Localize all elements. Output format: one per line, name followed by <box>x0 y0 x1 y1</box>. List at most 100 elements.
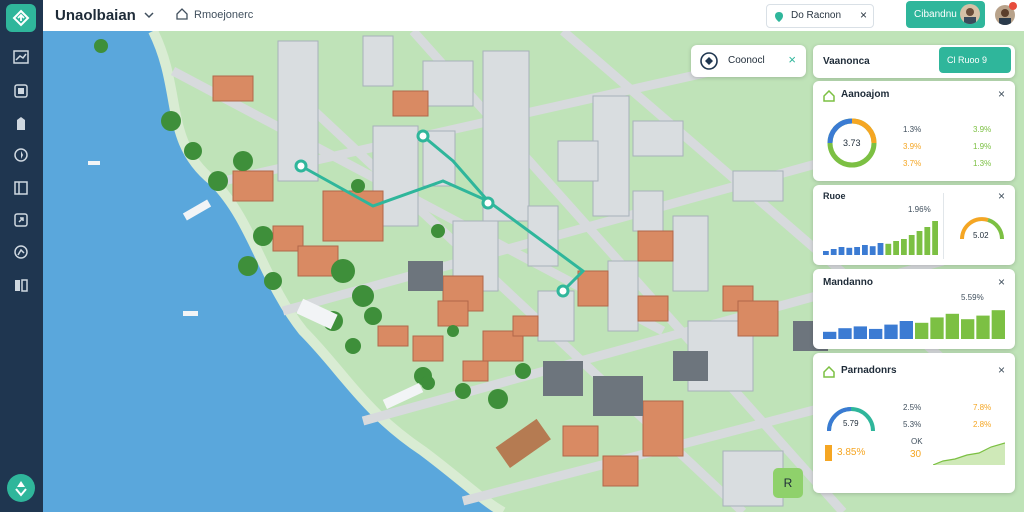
bar-chart <box>823 221 938 255</box>
param-stats-left: 2.5% 5.3% <box>903 399 921 433</box>
bar <box>930 317 944 339</box>
bar <box>862 245 868 255</box>
card-parameters: Parnadonrs × 5.79 2.5% 5.3% 7.8% 2.8% 3.… <box>813 353 1015 493</box>
panel-action-label: Cl Ruoo 9 <box>947 55 988 65</box>
area-chart <box>933 442 1005 465</box>
bar <box>915 322 929 339</box>
close-icon[interactable]: × <box>998 275 1005 289</box>
app-logo-icon[interactable] <box>6 4 36 32</box>
param-bar <box>825 445 832 461</box>
trend-value: 1.96% <box>908 205 931 214</box>
bar <box>838 328 852 339</box>
analytics-panel: Vaanonca Cl Ruoo 9 Aanoajom × 3.73 1.3% … <box>813 45 1015 495</box>
card-overview: Aanoajom × 3.73 1.3% 3.9% 3.7% 3.9% 1.9%… <box>813 81 1015 181</box>
avatar <box>960 4 980 24</box>
panel-header: Vaanonca Cl Ruoo 9 <box>813 45 1015 78</box>
panel-action-button[interactable]: Cl Ruoo 9 <box>939 47 1011 73</box>
bar <box>823 331 837 339</box>
card-trend: Ruoe × 1.96% 5.02 <box>813 185 1015 265</box>
bar <box>961 319 975 339</box>
city-map[interactable]: Coonocl × R Vaanonca Cl Ruoo 9 Aanoajom … <box>43 31 1024 512</box>
bar <box>853 326 867 339</box>
param-left-2: 5.3% <box>903 420 922 429</box>
card-management: Mandanno × 5.59% <box>813 269 1015 349</box>
chevron-down-icon[interactable] <box>142 8 156 22</box>
bar <box>945 313 959 339</box>
bar <box>846 247 853 255</box>
management-value: 5.59% <box>961 293 984 302</box>
bar <box>884 324 898 339</box>
recycle-icon[interactable] <box>7 474 35 502</box>
bar <box>885 243 892 255</box>
close-icon[interactable]: × <box>998 87 1005 101</box>
stat-left-3: 3.7% <box>903 159 922 168</box>
home-icon <box>823 365 835 378</box>
bar <box>869 246 876 255</box>
card-title: Aanoajom <box>841 89 890 100</box>
location-chip-label: Do Racnon <box>791 10 842 21</box>
bar <box>976 315 990 339</box>
bar <box>838 247 845 255</box>
top-bar: Unaolbaian Rmoejonerc Do Racnon × Ciband… <box>43 0 1024 32</box>
param-right-2: 2.8% <box>973 420 992 429</box>
pin-icon <box>774 10 784 22</box>
stat-left-2: 3.9% <box>903 142 922 151</box>
bar-chart <box>823 310 1005 339</box>
bar <box>854 247 860 255</box>
card-title: Mandanno <box>823 277 873 288</box>
bar <box>932 221 938 255</box>
book-icon[interactable] <box>12 179 30 197</box>
building-icon[interactable] <box>12 114 30 132</box>
stat-right-2: 1.9% <box>973 142 992 151</box>
layers-icon[interactable] <box>12 48 30 66</box>
arc-value: 5.79 <box>843 419 859 428</box>
bar <box>916 231 923 255</box>
navigation-icon <box>700 52 718 70</box>
user-button[interactable]: Cibandnu <box>906 1 985 28</box>
close-icon[interactable]: × <box>998 363 1005 377</box>
close-icon[interactable]: × <box>998 189 1005 203</box>
param-right-1: 7.8% <box>973 403 992 412</box>
close-icon[interactable]: × <box>860 8 867 22</box>
stat-left-1: 1.3% <box>903 125 922 134</box>
notification-badge <box>1009 2 1017 10</box>
bar <box>924 227 931 255</box>
home-icon <box>823 89 835 102</box>
donut-value: 3.73 <box>843 138 861 148</box>
map-popup[interactable]: Coonocl × <box>691 45 806 77</box>
bar <box>901 239 907 255</box>
arc-chart <box>827 407 875 432</box>
document-title[interactable]: Rmoejonerc <box>194 9 253 21</box>
stats-right: 3.9% 1.9% 1.3% <box>973 121 991 172</box>
app-title: Unaolbaian <box>55 7 136 24</box>
location-chip[interactable]: Do Racnon × <box>766 4 874 28</box>
gauge-value: 5.02 <box>973 231 989 240</box>
user-button-label: Cibandnu <box>914 9 957 20</box>
param-ok: OK <box>911 437 923 446</box>
home-icon[interactable] <box>175 7 189 21</box>
bar <box>893 241 899 255</box>
analytics-icon[interactable] <box>12 243 30 261</box>
divider <box>943 193 944 259</box>
bar <box>908 235 915 255</box>
panel-title: Vaanonca <box>823 56 870 67</box>
param-stats-right: 7.8% 2.8% <box>973 399 991 433</box>
bar <box>830 249 837 255</box>
sidebar <box>0 0 43 512</box>
bar <box>869 328 883 339</box>
param-mid: 30 <box>910 449 922 460</box>
popup-label: Coonocl <box>728 55 765 66</box>
stat-right-3: 1.3% <box>973 159 992 168</box>
share-icon[interactable] <box>12 211 30 229</box>
stack-icon[interactable] <box>12 276 30 294</box>
bar <box>877 243 884 255</box>
card-title: Ruoe <box>823 191 846 201</box>
popup-close-icon[interactable]: × <box>788 52 796 67</box>
compass-icon[interactable] <box>12 146 30 164</box>
card-title: Parnadonrs <box>841 365 897 376</box>
grid-icon[interactable] <box>12 82 30 100</box>
bar <box>991 310 1005 339</box>
map-action-button[interactable]: R <box>773 468 803 498</box>
param-bottom-value: 3.85% <box>837 447 866 458</box>
bar <box>823 251 829 255</box>
